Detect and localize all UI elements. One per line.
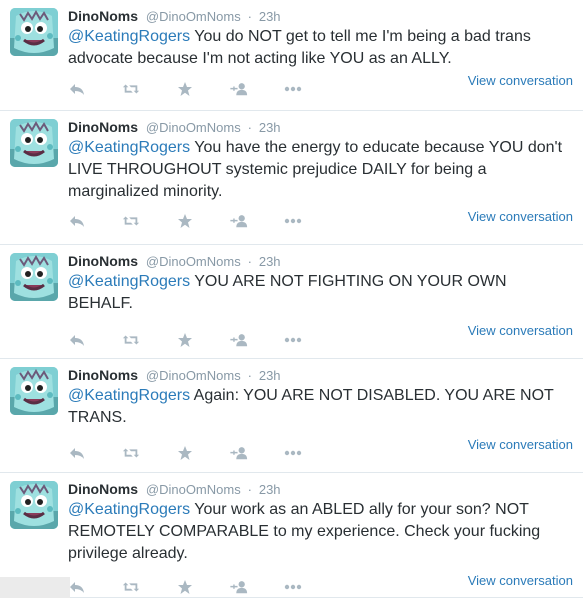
timestamp[interactable]: 23h <box>259 9 281 24</box>
display-name[interactable]: DinoNoms <box>68 8 138 24</box>
timestamp[interactable]: 23h <box>259 120 281 135</box>
user-handle[interactable]: @DinoOmNoms <box>146 368 241 383</box>
retweet-icon[interactable] <box>122 578 140 596</box>
retweet-icon[interactable] <box>122 212 140 230</box>
favorite-icon[interactable] <box>176 578 194 596</box>
tweet-actions <box>68 578 338 596</box>
mention-link[interactable]: @KeatingRogers <box>68 273 190 290</box>
display-name[interactable]: DinoNoms <box>68 253 138 269</box>
timestamp[interactable]: 23h <box>259 254 281 269</box>
separator: · <box>247 482 252 497</box>
user-handle[interactable]: @DinoOmNoms <box>146 254 241 269</box>
tweet-text: @KeatingRogers Again: YOU ARE NOT DISABL… <box>68 385 573 429</box>
favorite-icon[interactable] <box>176 212 194 230</box>
reply-icon[interactable] <box>68 80 86 98</box>
timestamp[interactable]: 23h <box>259 368 281 383</box>
tweet-actions <box>68 444 338 462</box>
retweet-icon[interactable] <box>122 444 140 462</box>
reply-icon[interactable] <box>68 212 86 230</box>
tweet-header: DinoNoms @DinoOmNoms · 23h <box>68 480 281 499</box>
favorite-icon[interactable] <box>176 444 194 462</box>
follow-icon[interactable] <box>230 212 248 230</box>
timestamp[interactable]: 23h <box>259 482 281 497</box>
avatar[interactable] <box>10 8 58 56</box>
tweet-actions <box>68 212 338 230</box>
tweet[interactable]: DinoNoms @DinoOmNoms · 23h @KeatingRoger… <box>0 0 583 111</box>
reply-icon[interactable] <box>68 444 86 462</box>
scrollbar-stub[interactable] <box>0 577 70 598</box>
favorite-icon[interactable] <box>176 331 194 349</box>
retweet-icon[interactable] <box>122 80 140 98</box>
follow-icon[interactable] <box>230 80 248 98</box>
more-icon[interactable] <box>284 444 302 462</box>
view-conversation-link[interactable]: View conversation <box>468 209 573 224</box>
more-icon[interactable] <box>284 578 302 596</box>
display-name[interactable]: DinoNoms <box>68 481 138 497</box>
tweet[interactable]: DinoNoms @DinoOmNoms · 23h @KeatingRoger… <box>0 245 583 359</box>
view-conversation-link[interactable]: View conversation <box>468 323 573 338</box>
display-name[interactable]: DinoNoms <box>68 367 138 383</box>
mention-link[interactable]: @KeatingRogers <box>68 387 190 404</box>
tweet-actions <box>68 331 338 349</box>
tweet-header: DinoNoms @DinoOmNoms · 23h <box>68 252 281 271</box>
mention-link[interactable]: @KeatingRogers <box>68 501 190 518</box>
follow-icon[interactable] <box>230 444 248 462</box>
display-name[interactable]: DinoNoms <box>68 119 138 135</box>
tweet-text: @KeatingRogers You have the energy to ed… <box>68 137 573 203</box>
follow-icon[interactable] <box>230 331 248 349</box>
mention-link[interactable]: @KeatingRogers <box>68 28 190 45</box>
view-conversation-link[interactable]: View conversation <box>468 573 573 588</box>
follow-icon[interactable] <box>230 578 248 596</box>
tweet[interactable]: DinoNoms @DinoOmNoms · 23h @KeatingRoger… <box>0 473 583 598</box>
favorite-icon[interactable] <box>176 80 194 98</box>
tweet-text: @KeatingRogers YOU ARE NOT FIGHTING ON Y… <box>68 271 573 315</box>
avatar[interactable] <box>10 481 58 529</box>
more-icon[interactable] <box>284 212 302 230</box>
tweet-header: DinoNoms @DinoOmNoms · 23h <box>68 7 281 26</box>
user-handle[interactable]: @DinoOmNoms <box>146 9 241 24</box>
avatar[interactable] <box>10 367 58 415</box>
tweet-header: DinoNoms @DinoOmNoms · 23h <box>68 366 281 385</box>
tweet-header: DinoNoms @DinoOmNoms · 23h <box>68 118 281 137</box>
tweet[interactable]: DinoNoms @DinoOmNoms · 23h @KeatingRoger… <box>0 111 583 245</box>
retweet-icon[interactable] <box>122 331 140 349</box>
tweet-actions <box>68 80 338 98</box>
separator: · <box>247 120 252 135</box>
user-handle[interactable]: @DinoOmNoms <box>146 482 241 497</box>
user-handle[interactable]: @DinoOmNoms <box>146 120 241 135</box>
tweet-text: @KeatingRogers You do NOT get to tell me… <box>68 26 573 70</box>
avatar[interactable] <box>10 119 58 167</box>
view-conversation-link[interactable]: View conversation <box>468 73 573 88</box>
more-icon[interactable] <box>284 331 302 349</box>
separator: · <box>247 9 252 24</box>
mention-link[interactable]: @KeatingRogers <box>68 139 190 156</box>
avatar[interactable] <box>10 253 58 301</box>
view-conversation-link[interactable]: View conversation <box>468 437 573 452</box>
separator: · <box>247 254 252 269</box>
more-icon[interactable] <box>284 80 302 98</box>
tweet[interactable]: DinoNoms @DinoOmNoms · 23h @KeatingRoger… <box>0 359 583 473</box>
reply-icon[interactable] <box>68 578 86 596</box>
tweet-text: @KeatingRogers Your work as an ABLED all… <box>68 499 573 565</box>
reply-icon[interactable] <box>68 331 86 349</box>
separator: · <box>247 368 252 383</box>
